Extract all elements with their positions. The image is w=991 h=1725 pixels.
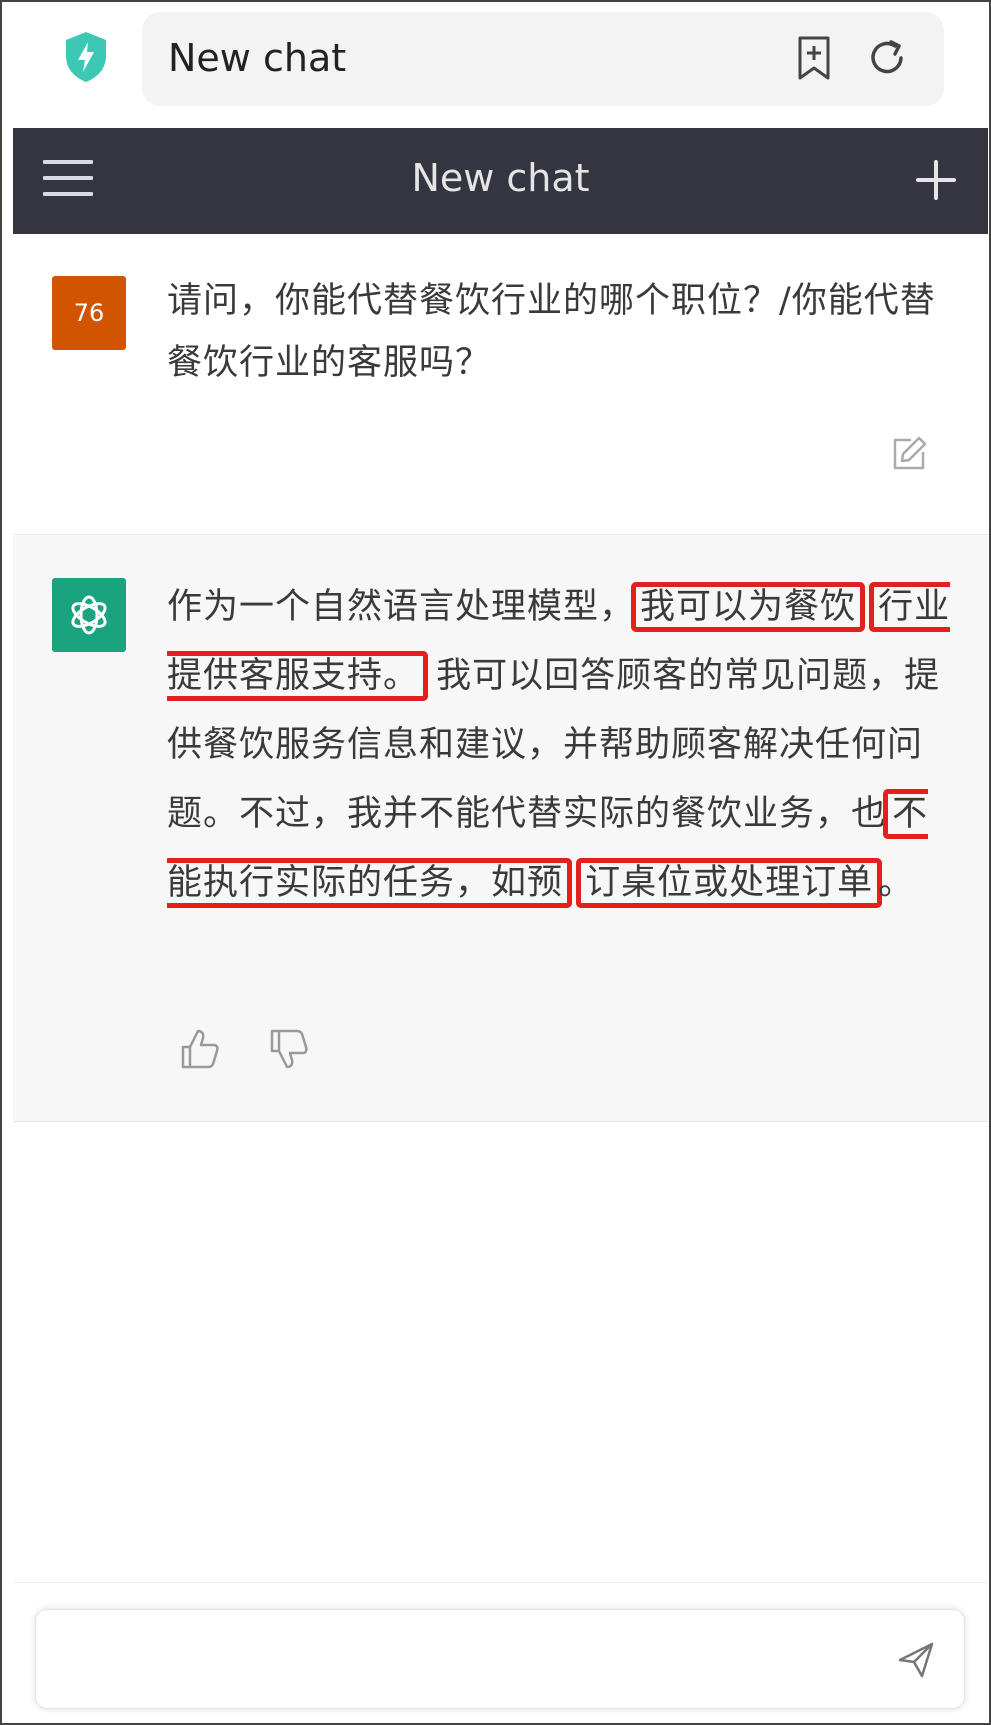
chat-header: New chat [13, 128, 988, 234]
reload-icon[interactable] [865, 36, 909, 80]
edit-icon[interactable] [889, 434, 929, 474]
plus-icon[interactable] [914, 158, 958, 202]
screen-frame: New chat New chat 76 请问，你能代替餐饮行业的哪个职位？/你… [0, 0, 991, 1725]
browser-bar: New chat [4, 4, 989, 122]
thumbs-down-icon[interactable] [266, 1027, 310, 1071]
answer-segment: 作为一个自然语言处理模型， [167, 587, 636, 627]
user-message: 76 请问，你能代替餐饮行业的哪个职位？/你能代替餐饮行业的客服吗？ [13, 234, 988, 534]
openai-logo-glyph [71, 595, 107, 635]
address-bar[interactable]: New chat [142, 12, 944, 106]
answer-segment: 。 [878, 863, 915, 903]
message-input[interactable] [35, 1609, 965, 1709]
chat-title: New chat [411, 156, 590, 200]
user-message-text: 请问，你能代替餐饮行业的哪个职位？/你能代替餐饮行业的客服吗？ [167, 281, 936, 383]
browser-page-title: New chat [168, 36, 347, 80]
bookmark-add-icon[interactable] [792, 34, 836, 82]
thumbs-up-icon[interactable] [177, 1027, 221, 1071]
user-avatar: 76 [52, 276, 126, 350]
send-icon[interactable] [896, 1640, 936, 1680]
assistant-message-text: 作为一个自然语言处理模型， 我可以为餐饮 行业提供客服支持。 我可以回答顾客的常见… [167, 573, 957, 918]
openai-logo-icon [52, 578, 126, 652]
shield-bolt-icon[interactable] [62, 30, 110, 84]
highlighted-segment: 订桌位或处理订单 [576, 858, 883, 908]
highlighted-segment: 我可以为餐饮 [631, 582, 866, 632]
assistant-message: 作为一个自然语言处理模型， 我可以为餐饮 行业提供客服支持。 我可以回答顾客的常见… [13, 534, 988, 1122]
composer-area [13, 1582, 988, 1722]
